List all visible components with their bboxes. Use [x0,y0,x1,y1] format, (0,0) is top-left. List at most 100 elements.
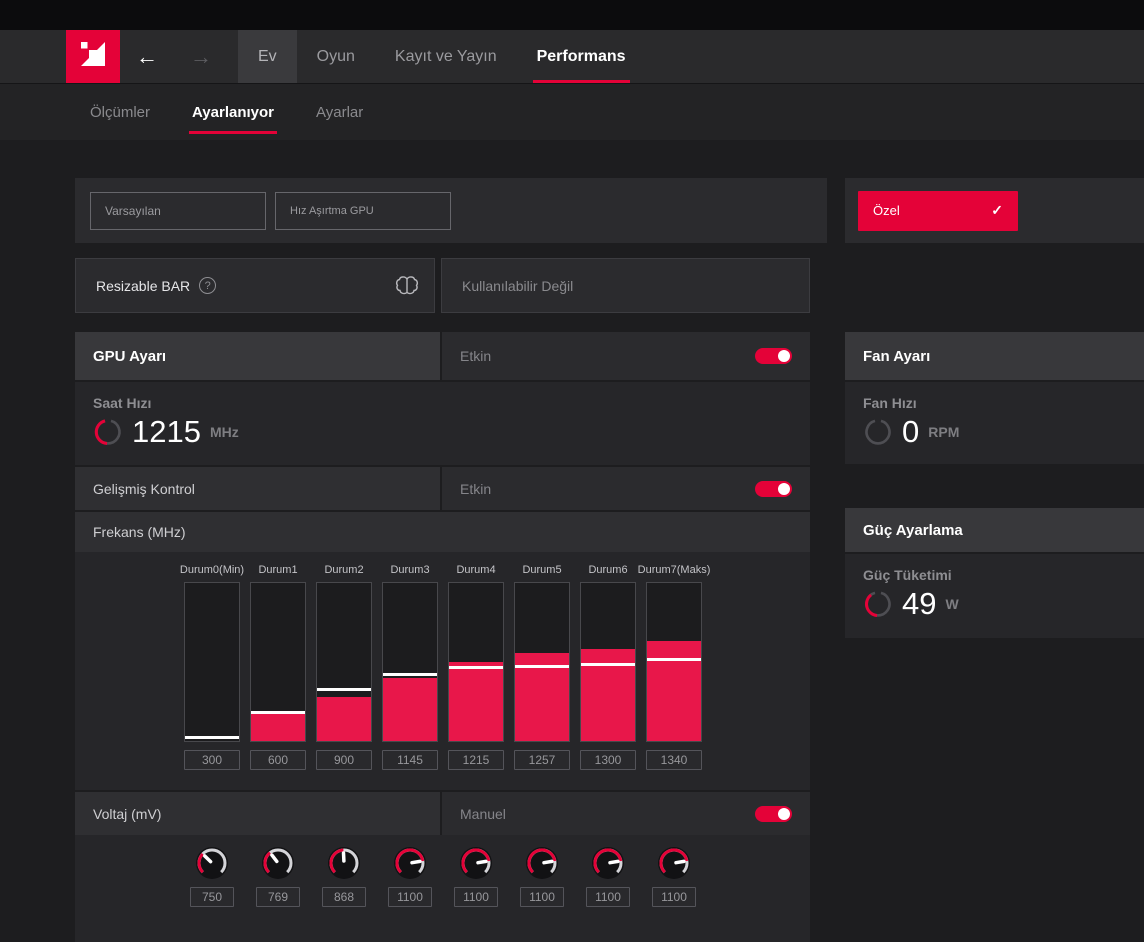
fan-gauge-icon [863,417,893,447]
custom-preset-panel: Özel ✓ [845,178,1144,243]
freq-bar[interactable] [184,582,240,742]
freq-bar-fill [317,697,371,741]
gpu-tuning-toggle[interactable] [755,348,792,364]
voltage-value-field[interactable]: 1100 [520,887,564,907]
freq-state-label: Durum7(Maks) [637,564,711,576]
tab-gaming[interactable]: Oyun [297,30,375,83]
freq-bar-fill [449,662,503,741]
voltage-value-field[interactable]: 1100 [652,887,696,907]
voltage-knob[interactable] [458,845,494,881]
freq-state-label: Durum5 [522,564,562,576]
freq-value-field[interactable]: 1145 [382,750,438,770]
voltage-knob[interactable] [590,845,626,881]
voltage-manual-toggle[interactable] [755,805,792,822]
amd-arrow-icon [78,39,108,74]
voltage-value-field[interactable]: 769 [256,887,300,907]
freq-value-field[interactable]: 1257 [514,750,570,770]
freq-bar[interactable] [382,582,438,742]
voltage-knob[interactable] [326,845,362,881]
nav-tabs: Ev Oyun Kayıt ve Yayın Performans [238,30,646,83]
voltage-value-field[interactable]: 750 [190,887,234,907]
subtab-tuning[interactable]: Ayarlanıyor [177,84,289,140]
voltage-value-field[interactable]: 868 [322,887,366,907]
freq-state-column: Durum0(Min) 300 [180,564,244,770]
toggle-knob [778,350,790,362]
tuning-columns: GPU Ayarı Etkin Saat Hızı 1215 MHz Geliş… [75,332,1144,942]
back-icon[interactable]: ← [120,30,174,83]
freq-value-field[interactable]: 1300 [580,750,636,770]
freq-bar[interactable] [316,582,372,742]
help-icon[interactable]: ? [199,277,217,294]
voltage-knob[interactable] [656,845,692,881]
freq-bar[interactable] [448,582,504,742]
tab-performance-label: Performans [536,47,626,65]
tuning-page: Varsayılan Hız Aşırtma GPU Özel ✓ Resiza… [0,140,1144,942]
resizable-bar-label: Resizable BAR [96,277,191,294]
clock-speed-label: Saat Hızı [93,395,152,411]
voltage-knob-section: 750 769 868 1100 1100 1100 1100 1100 [75,835,810,942]
main-navbar: ← → Ev Oyun Kayıt ve Yayın Performans [0,30,1144,84]
voltage-knob[interactable] [524,845,560,881]
freq-bar-marker [449,666,503,669]
freq-state-column: Durum2 900 [315,564,373,770]
power-consumption-label: Güç Tüketimi [863,567,952,583]
clock-speed-value: 1215 [132,414,201,449]
title-bar [0,0,1144,30]
preset-custom-label: Özel [873,203,900,218]
fan-speed-label: Fan Hızı [863,395,917,411]
freq-bar-marker [185,736,239,739]
voltage-mode-status: Manuel [460,805,506,822]
voltage-knob-column: 1100 [645,845,703,907]
check-icon: ✓ [991,202,1003,218]
freq-bar[interactable] [250,582,306,742]
freq-bar[interactable] [514,582,570,742]
freq-value-field[interactable]: 900 [316,750,372,770]
freq-bar-fill [251,712,305,741]
voltage-value-field[interactable]: 1100 [454,887,498,907]
power-consumption-section: Güç Tüketimi 49 W [845,552,1144,638]
voltage-knob[interactable] [194,845,230,881]
active-tab-underline [532,80,630,83]
amd-logo[interactable] [66,30,120,83]
freq-state-label: Durum2 [324,564,364,576]
voltage-knob[interactable] [260,845,296,881]
voltage-value-field[interactable]: 1100 [388,887,432,907]
power-consumption-unit: W [945,596,959,612]
forward-icon[interactable]: → [174,30,228,83]
freq-state-label: Durum1 [258,564,298,576]
freq-bar-marker [317,688,371,691]
freq-bar-fill [647,641,701,741]
subtab-settings[interactable]: Ayarlar [301,84,378,140]
freq-value-field[interactable]: 300 [184,750,240,770]
freq-bar[interactable] [580,582,636,742]
toggle-knob [778,807,790,820]
power-consumption-value: 49 [902,586,937,621]
subtab-tuning-label: Ayarlanıyor [192,103,274,121]
freq-state-column: Durum3 1145 [381,564,439,770]
freq-state-column: Durum4 1215 [447,564,505,770]
tab-record-stream[interactable]: Kayıt ve Yayın [375,30,517,83]
preset-oc-gpu-button[interactable]: Hız Aşırtma GPU [275,191,451,230]
advanced-control-toggle[interactable] [755,480,792,497]
voltage-knob-column: 769 [249,845,307,907]
tab-home[interactable]: Ev [238,30,297,83]
freq-state-column: Durum1 600 [249,564,307,770]
voltage-knob[interactable] [392,845,428,881]
subtab-metrics[interactable]: Ölçümler [75,84,165,140]
tab-performance[interactable]: Performans [517,30,646,83]
advanced-control-label: Gelişmiş Kontrol [75,467,440,510]
fan-speed-value: 0 [902,414,920,449]
freq-value-field[interactable]: 600 [250,750,306,770]
fan-speed-unit: RPM [928,424,960,440]
freq-value-field[interactable]: 1340 [646,750,702,770]
preset-panel: Varsayılan Hız Aşırtma GPU [75,178,827,243]
freq-value-field[interactable]: 1215 [448,750,504,770]
freq-bar-marker [581,663,635,666]
freq-state-label: Durum3 [390,564,430,576]
preset-custom-button[interactable]: Özel ✓ [858,190,1018,231]
voltage-value-field[interactable]: 1100 [586,887,630,907]
voltage-label: Voltaj (mV) [75,792,440,835]
preset-default-button[interactable]: Varsayılan [90,191,266,230]
fan-speed-section: Fan Hızı 0 RPM [845,380,1144,464]
freq-bar[interactable] [646,582,702,742]
